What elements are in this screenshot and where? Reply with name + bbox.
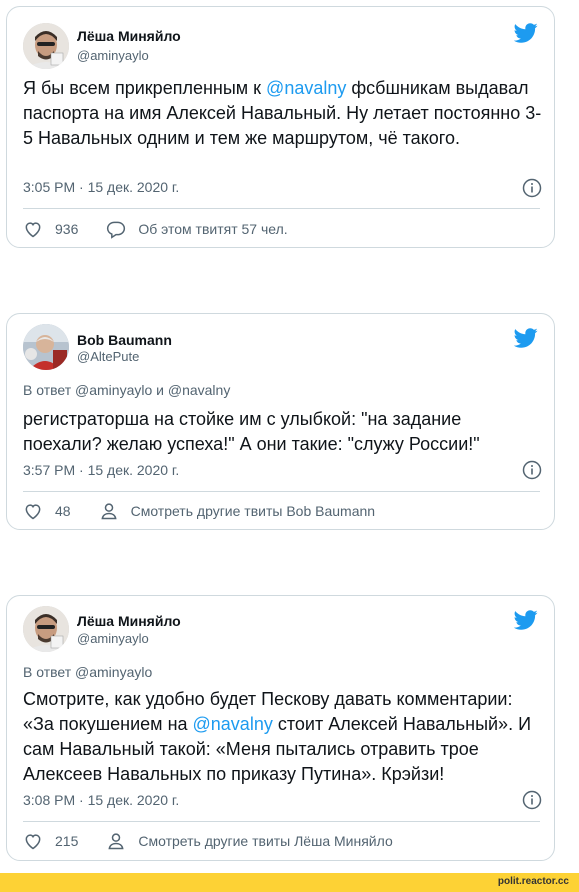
author-name[interactable]: Лёша Миняйло: [77, 28, 181, 44]
tweet-card[interactable]: Лёша Миняйло @aminyaylo Я бы всем прикре…: [6, 6, 555, 248]
comment-action-label: Об этом твитят 57 чел.: [138, 221, 288, 237]
watermark-bar: polit.reactor.cc: [0, 873, 579, 892]
person-icon: [101, 503, 117, 520]
info-icon[interactable]: [522, 460, 542, 480]
heart-icon: [25, 222, 41, 238]
divider: [23, 821, 540, 822]
like-count: 215: [55, 833, 79, 849]
comment-button[interactable]: Об этом твитят 57 чел.: [106, 219, 288, 239]
reply-context[interactable]: В ответ @aminyaylo: [23, 664, 152, 680]
profile-tweets-label: Смотреть другие твиты Bob Baumann: [130, 503, 376, 519]
twitter-bird-icon[interactable]: [514, 608, 538, 632]
info-icon[interactable]: [522, 790, 542, 810]
tweet-timestamp[interactable]: 3:05 PM · 15 дек. 2020 г.: [23, 179, 179, 195]
author-name[interactable]: Лёша Миняйло: [77, 613, 181, 629]
author-name[interactable]: Bob Baumann: [77, 332, 172, 348]
tweet-timestamp[interactable]: 3:57 PM · 15 дек. 2020 г.: [23, 462, 179, 478]
speech-bubble-icon: [107, 221, 126, 239]
avatar[interactable]: [23, 23, 69, 69]
like-count: 48: [55, 503, 71, 519]
reply-context[interactable]: В ответ @aminyaylo и @navalny: [23, 382, 230, 398]
like-button[interactable]: 48: [23, 501, 71, 521]
tweet-card[interactable]: Bob Baumann @AltePute В ответ @aminyaylo…: [6, 313, 555, 530]
tweet-text: Я бы всем прикрепленным к @navalny фсбшн…: [23, 78, 542, 148]
tweet-text: Смотрите, как удобно будет Пескову дават…: [23, 689, 532, 784]
tweet-card[interactable]: Лёша Миняйло @aminyaylo В ответ @aminyay…: [6, 595, 555, 861]
mention-link[interactable]: @navalny: [193, 714, 273, 734]
twitter-bird-icon[interactable]: [514, 21, 538, 45]
info-icon[interactable]: [522, 178, 542, 198]
mention-link[interactable]: @navalny: [266, 78, 346, 98]
like-button[interactable]: 936: [23, 219, 78, 239]
tweet-timestamp[interactable]: 3:08 PM · 15 дек. 2020 г.: [23, 792, 179, 808]
like-button[interactable]: 215: [23, 831, 78, 851]
author-handle[interactable]: @aminyaylo: [77, 48, 149, 63]
watermark-text[interactable]: polit.reactor.cc: [498, 876, 569, 887]
divider: [23, 491, 540, 492]
avatar[interactable]: [23, 606, 69, 652]
profile-tweets-label: Смотреть другие твиты Лёша Миняйло: [138, 833, 393, 849]
heart-icon: [25, 834, 41, 850]
like-count: 936: [55, 221, 79, 237]
tweet-actions: 48 Смотреть другие твиты Bob Baumann: [23, 499, 540, 523]
tweet-text: регистраторша на стойке им с улыбкой: "н…: [23, 409, 480, 454]
view-profile-tweets-button[interactable]: Смотреть другие твиты Bob Baumann: [99, 501, 376, 521]
author-handle[interactable]: @aminyaylo: [77, 631, 149, 646]
view-profile-tweets-button[interactable]: Смотреть другие твиты Лёша Миняйло: [106, 831, 393, 851]
heart-icon: [25, 504, 41, 520]
person-icon: [108, 833, 124, 850]
divider: [23, 208, 540, 209]
twitter-bird-icon[interactable]: [514, 326, 538, 350]
avatar[interactable]: [23, 324, 69, 370]
author-handle[interactable]: @AltePute: [77, 349, 139, 364]
tweet-actions: 215 Смотреть другие твиты Лёша Миняйло: [23, 829, 540, 853]
tweet-actions: 936 Об этом твитят 57 чел.: [23, 217, 540, 241]
